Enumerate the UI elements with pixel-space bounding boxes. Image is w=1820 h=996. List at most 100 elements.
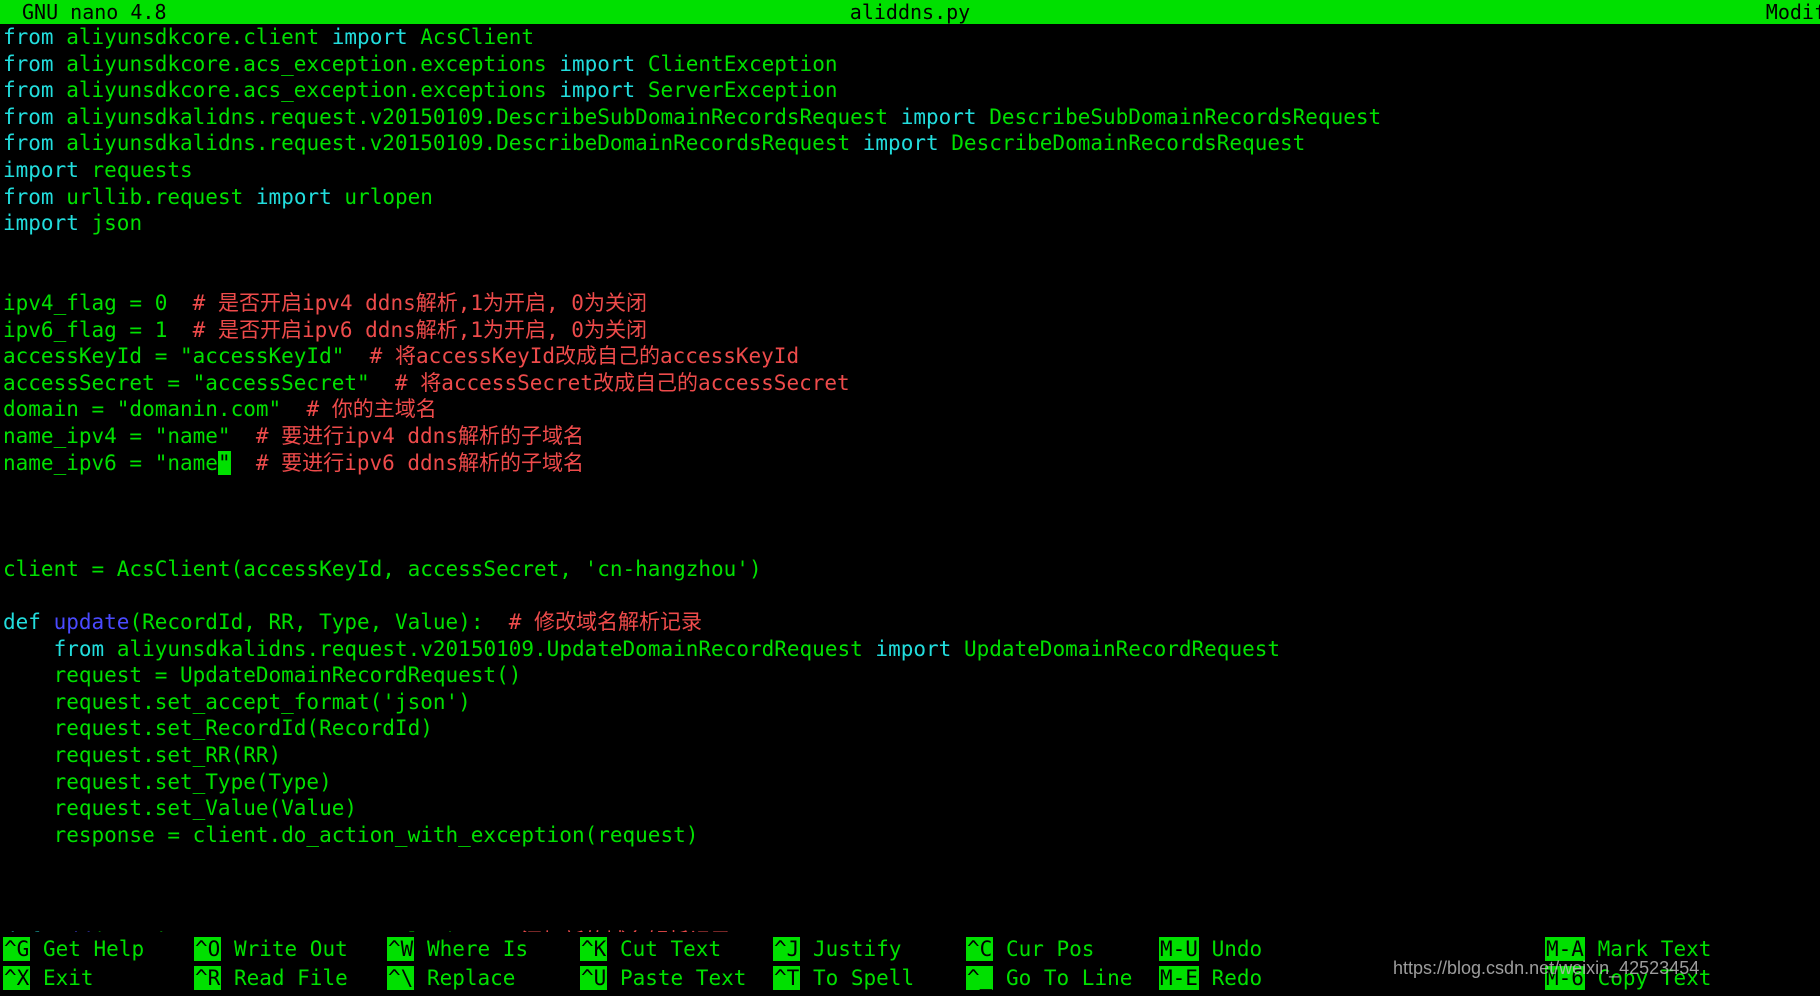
code-line[interactable] — [0, 476, 1820, 503]
code-token — [635, 78, 648, 102]
shortcut-label: Where Is — [414, 937, 528, 961]
code-line[interactable]: import requests — [0, 157, 1820, 184]
code-line[interactable]: domain = "domanin.com" # 你的主域名 — [0, 396, 1820, 423]
code-token: DescribeSubDomainRecordsRequest — [989, 105, 1381, 129]
code-line[interactable]: request.set_RecordId(RecordId) — [0, 715, 1820, 742]
shortcut-label: Get Help — [30, 937, 144, 961]
code-token — [104, 637, 117, 661]
code-token — [54, 185, 67, 209]
code-line[interactable] — [0, 848, 1820, 875]
code-token — [54, 78, 67, 102]
code-line[interactable]: from aliyunsdkalidns.request.v20150109.D… — [0, 130, 1820, 157]
code-line[interactable] — [0, 582, 1820, 609]
shortcut-label: Cur Pos — [993, 937, 1094, 961]
shortcut-item[interactable]: ^\ Replace — [387, 963, 515, 994]
code-token: request.set_accept_format('json') — [3, 690, 471, 714]
code-token — [547, 52, 560, 76]
shortcut-key: ^R — [194, 966, 221, 990]
shortcut-key: ^C — [966, 937, 993, 961]
shortcut-item[interactable]: ^K Cut Text — [580, 934, 721, 965]
code-token: from — [54, 637, 105, 661]
code-line[interactable] — [0, 875, 1820, 902]
shortcut-key: ^G — [3, 937, 30, 961]
code-line[interactable] — [0, 503, 1820, 530]
code-line[interactable]: import json — [0, 210, 1820, 237]
code-token: domain = "domanin.com" — [3, 397, 306, 421]
shortcut-item[interactable]: ^C Cur Pos — [966, 934, 1094, 965]
shortcut-label: Paste Text — [607, 966, 746, 990]
text-cursor: " — [218, 451, 231, 475]
code-token: from — [3, 52, 54, 76]
code-editor-area[interactable]: from aliyunsdkcore.client import AcsClie… — [0, 24, 1820, 932]
code-token: ipv4_flag = 0 — [3, 291, 193, 315]
shortcut-item[interactable]: ^_ Go To Line — [966, 963, 1132, 994]
shortcut-item[interactable]: M-E Redo — [1159, 963, 1262, 994]
code-token: import — [332, 25, 408, 49]
code-token: import — [863, 131, 939, 155]
code-token: request.set_RR(RR) — [3, 743, 281, 767]
shortcut-key: ^U — [580, 966, 607, 990]
code-line[interactable]: client = AcsClient(accessKeyId, accessSe… — [0, 556, 1820, 583]
code-line[interactable]: request.set_Type(Type) — [0, 769, 1820, 796]
code-token — [54, 25, 67, 49]
code-line[interactable]: from aliyunsdkcore.client import AcsClie… — [0, 24, 1820, 51]
code-token: ClientException — [648, 52, 838, 76]
shortcut-item[interactable]: M-U Undo — [1159, 934, 1262, 965]
code-line[interactable] — [0, 237, 1820, 264]
code-line[interactable]: request.set_accept_format('json') — [0, 689, 1820, 716]
code-line[interactable]: from aliyunsdkalidns.request.v20150109.D… — [0, 104, 1820, 131]
code-line[interactable] — [0, 902, 1820, 929]
code-line[interactable]: def update(RecordId, RR, Type, Value): #… — [0, 609, 1820, 636]
code-token: name_ipv4 = "name" — [3, 424, 256, 448]
shortcut-item[interactable]: ^W Where Is — [387, 934, 528, 965]
code-line[interactable]: ipv4_flag = 0 # 是否开启ipv4 ddns解析,1为开启, 0为… — [0, 290, 1820, 317]
code-token: aliyunsdkalidns.request.v20150109.Update… — [117, 637, 863, 661]
shortcut-label: Exit — [30, 966, 93, 990]
code-token — [408, 25, 421, 49]
code-token: import — [3, 158, 79, 182]
code-token — [3, 637, 54, 661]
code-token: from — [3, 105, 54, 129]
code-token — [79, 211, 92, 235]
shortcut-key: ^X — [3, 966, 30, 990]
code-token: request.set_RecordId(RecordId) — [3, 716, 433, 740]
code-line[interactable]: accessKeyId = "accessKeyId" # 将accessKey… — [0, 343, 1820, 370]
code-line[interactable]: from aliyunsdkcore.acs_exception.excepti… — [0, 51, 1820, 78]
code-token: import — [901, 105, 977, 129]
shortcut-item[interactable]: ^R Read File — [194, 963, 348, 994]
shortcut-item[interactable]: ^T To Spell — [773, 963, 914, 994]
title-bar: GNU nano 4.8 aliddns.py Modif — [0, 0, 1820, 24]
code-line[interactable]: name_ipv4 = "name" # 要进行ipv4 ddns解析的子域名 — [0, 423, 1820, 450]
code-line[interactable]: request = UpdateDomainRecordRequest() — [0, 662, 1820, 689]
shortcut-key: ^W — [387, 937, 414, 961]
shortcut-item[interactable]: ^U Paste Text — [580, 963, 746, 994]
code-token: import — [559, 52, 635, 76]
code-line[interactable]: accessSecret = "accessSecret" # 将accessS… — [0, 370, 1820, 397]
code-line[interactable] — [0, 529, 1820, 556]
code-token: # 修改域名解析记录 — [509, 610, 702, 634]
code-token: ipv6_flag = 1 — [3, 318, 193, 342]
code-token: from — [3, 78, 54, 102]
code-token: aliyunsdkalidns.request.v20150109.Descri… — [66, 105, 888, 129]
code-token: from — [3, 25, 54, 49]
code-line[interactable]: from aliyunsdkalidns.request.v20150109.U… — [0, 636, 1820, 663]
shortcut-item[interactable]: ^G Get Help — [3, 934, 144, 965]
code-line[interactable]: request.set_RR(RR) — [0, 742, 1820, 769]
shortcut-item[interactable]: ^X Exit — [3, 963, 94, 994]
code-token: accessKeyId = "accessKeyId" — [3, 344, 370, 368]
code-token: urlopen — [344, 185, 433, 209]
code-token — [850, 131, 863, 155]
code-token: # 你的主域名 — [306, 397, 436, 421]
shortcut-item[interactable]: ^O Write Out — [194, 934, 348, 965]
shortcut-item[interactable]: ^J Justify — [773, 934, 901, 965]
code-line[interactable]: request.set_Value(Value) — [0, 795, 1820, 822]
code-token: from — [3, 131, 54, 155]
code-token — [54, 52, 67, 76]
code-line[interactable]: from aliyunsdkcore.acs_exception.excepti… — [0, 77, 1820, 104]
code-line[interactable]: from urllib.request import urlopen — [0, 184, 1820, 211]
shortcut-label: Write Out — [221, 937, 347, 961]
code-line[interactable]: ipv6_flag = 1 # 是否开启ipv6 ddns解析,1为开启, 0为… — [0, 317, 1820, 344]
code-line[interactable] — [0, 263, 1820, 290]
code-line[interactable]: response = client.do_action_with_excepti… — [0, 822, 1820, 849]
code-line[interactable]: name_ipv6 = "name" # 要进行ipv6 ddns解析的子域名 — [0, 450, 1820, 477]
